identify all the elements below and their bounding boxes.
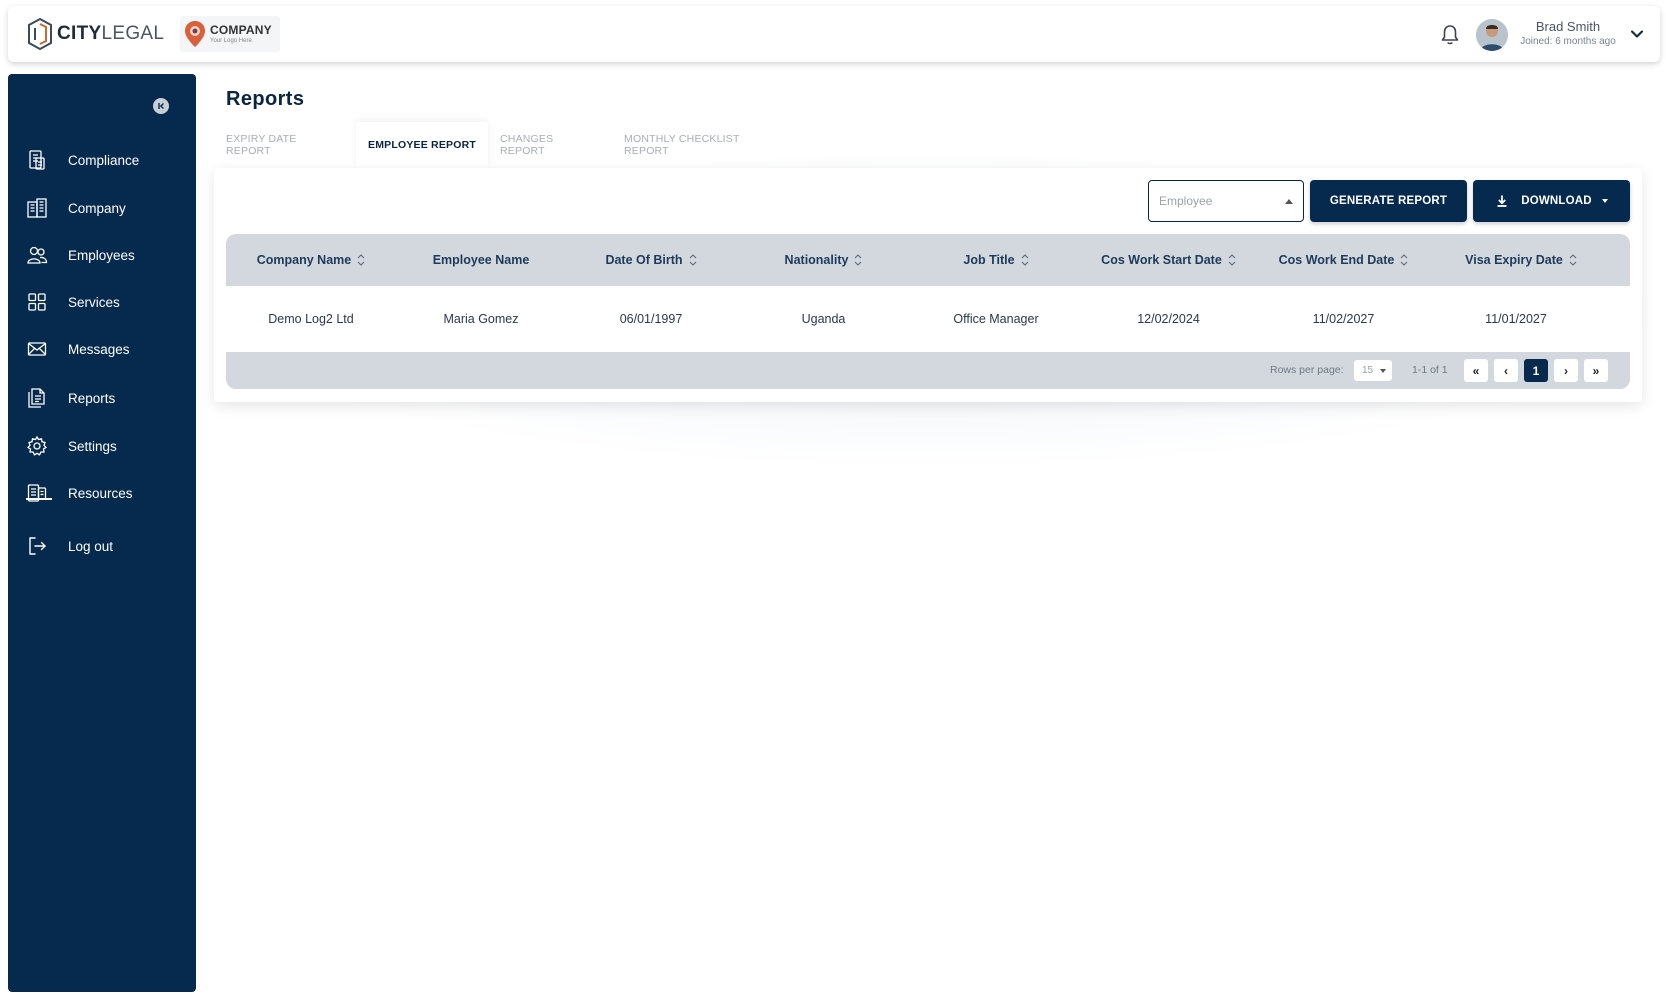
rows-per-page-select[interactable]: 15 bbox=[1354, 360, 1392, 381]
sidebar-item-messages[interactable]: Messages bbox=[26, 333, 186, 365]
column-header-company-name[interactable]: Company Name bbox=[226, 234, 396, 286]
sidebar-item-logout[interactable]: Log out bbox=[26, 530, 186, 562]
reports-icon bbox=[28, 388, 45, 408]
building-icon bbox=[27, 198, 47, 218]
company-title: COMPANY bbox=[210, 23, 272, 37]
tab-expiry-date-report[interactable]: EXPIRY DATE REPORT bbox=[214, 122, 356, 168]
sort-icon bbox=[357, 254, 365, 266]
caret-up-icon bbox=[1285, 199, 1293, 204]
column-header-cos-work-start-date[interactable]: Cos Work Start Date bbox=[1081, 234, 1256, 286]
user-name: Brad Smith bbox=[1535, 19, 1601, 34]
sidebar-item-label: Reports bbox=[68, 390, 116, 406]
sort-icon bbox=[1228, 254, 1236, 266]
top-bar: CITYLEGAL COMPANY Your Logo Here Brad Sm… bbox=[8, 6, 1660, 62]
location-pin-icon bbox=[185, 21, 205, 47]
citylegal-logo-icon bbox=[28, 17, 52, 51]
chevron-down-icon[interactable] bbox=[1628, 25, 1646, 43]
sidebar: Compliance Company Employees Services Me… bbox=[8, 74, 196, 992]
cell-company-name: Demo Log2 Ltd bbox=[268, 312, 354, 326]
column-header-employee-name[interactable]: Employee Name bbox=[396, 234, 566, 286]
download-button[interactable]: DOWNLOAD bbox=[1473, 180, 1630, 222]
sidebar-item-label: Services bbox=[68, 294, 120, 310]
column-header-nationality[interactable]: Nationality bbox=[736, 234, 911, 286]
company-logo: COMPANY Your Logo Here bbox=[180, 16, 280, 52]
company-subtitle: Your Logo Here bbox=[210, 38, 252, 44]
user-info[interactable]: Brad Smith Joined: 6 months ago bbox=[1512, 19, 1624, 47]
generate-report-button[interactable]: GENERATE REPORT bbox=[1310, 180, 1467, 222]
users-icon bbox=[27, 246, 48, 264]
sidebar-item-label: Company bbox=[68, 200, 126, 216]
sidebar-item-settings[interactable]: Settings bbox=[26, 430, 186, 462]
grid-icon bbox=[28, 293, 46, 311]
column-header-job-title[interactable]: Job Title bbox=[911, 234, 1081, 286]
resources-icon bbox=[27, 484, 47, 502]
collapse-sidebar-button[interactable] bbox=[153, 98, 169, 114]
pagination-range: 1-1 of 1 bbox=[1412, 364, 1448, 376]
sidebar-item-label: Employees bbox=[68, 247, 135, 263]
cell-employee-name: Maria Gomez bbox=[443, 312, 519, 326]
sidebar-item-label: Log out bbox=[68, 538, 114, 554]
sort-icon bbox=[1021, 254, 1028, 266]
brand-name: CITYLEGAL bbox=[57, 23, 165, 44]
cell-cos-work-end-date: 11/02/2027 bbox=[1312, 312, 1375, 326]
notification-bell-icon[interactable] bbox=[1439, 23, 1461, 47]
rows-per-page-label: Rows per page: bbox=[1270, 364, 1344, 376]
compliance-icon bbox=[29, 150, 45, 170]
page-1-button[interactable]: 1 bbox=[1524, 359, 1548, 382]
download-label: DOWNLOAD bbox=[1521, 195, 1592, 207]
report-tabs: EXPIRY DATE REPORT EMPLOYEE REPORT CHANG… bbox=[214, 122, 784, 168]
sidebar-item-reports[interactable]: Reports bbox=[26, 382, 186, 414]
sidebar-item-services[interactable]: Services bbox=[26, 286, 186, 318]
rows-per-page-value: 15 bbox=[1362, 365, 1374, 376]
sort-icon bbox=[855, 254, 862, 266]
brand-logo[interactable]: CITYLEGAL bbox=[26, 14, 164, 54]
sidebar-item-resources[interactable]: Resources bbox=[26, 477, 186, 509]
user-joined: Joined: 6 months ago bbox=[1520, 36, 1616, 47]
cell-date-of-birth: 06/01/1997 bbox=[619, 312, 683, 326]
cell-nationality: Uganda bbox=[801, 312, 846, 326]
page-title: Reports bbox=[226, 88, 305, 110]
sidebar-item-label: Messages bbox=[68, 341, 130, 357]
next-page-button[interactable]: › bbox=[1554, 359, 1578, 382]
column-header-visa-expiry-date[interactable]: Visa Expiry Date bbox=[1431, 234, 1611, 286]
table-header: Company Name Employee Name Date Of Birth… bbox=[226, 234, 1630, 286]
caret-down-icon bbox=[1601, 199, 1608, 203]
cell-job-title: Office Manager bbox=[953, 312, 1039, 326]
column-header-date-of-birth[interactable]: Date Of Birth bbox=[566, 234, 736, 286]
previous-page-button[interactable]: ‹ bbox=[1494, 359, 1518, 382]
user-avatar-icon bbox=[1476, 19, 1508, 51]
cell-visa-expiry-date: 11/01/2027 bbox=[1485, 312, 1547, 326]
tab-monthly-checklist-report[interactable]: MONTHLY CHECKLIST REPORT bbox=[612, 122, 784, 168]
sort-icon bbox=[1569, 254, 1577, 266]
tab-employee-report[interactable]: EMPLOYEE REPORT bbox=[356, 122, 488, 168]
caret-down-icon bbox=[1380, 369, 1386, 373]
collapse-left-icon bbox=[158, 102, 164, 110]
avatar[interactable] bbox=[1476, 19, 1508, 51]
envelope-icon bbox=[27, 342, 47, 356]
sidebar-item-company[interactable]: Company bbox=[26, 192, 186, 224]
sort-icon bbox=[689, 254, 696, 266]
first-page-button[interactable]: « bbox=[1464, 359, 1488, 382]
logout-icon bbox=[29, 537, 46, 555]
sidebar-item-employees[interactable]: Employees bbox=[26, 239, 186, 271]
report-type-select-value: Employee bbox=[1159, 194, 1213, 208]
sidebar-item-label: Settings bbox=[68, 438, 117, 454]
sort-icon bbox=[1400, 254, 1408, 266]
table-footer: Rows per page: 15 1-1 of 1 « ‹ 1 › » bbox=[226, 352, 1630, 389]
tab-changes-report[interactable]: CHANGES REPORT bbox=[488, 122, 612, 168]
cell-cos-work-start-date: 12/02/2024 bbox=[1137, 312, 1200, 326]
table-row[interactable]: Demo Log2 Ltd Maria Gomez 06/01/1997 Uga… bbox=[226, 286, 1630, 352]
sidebar-item-label: Resources bbox=[68, 485, 133, 501]
sidebar-item-compliance[interactable]: Compliance bbox=[26, 144, 186, 176]
last-page-button[interactable]: » bbox=[1584, 359, 1608, 382]
download-icon bbox=[1497, 195, 1507, 207]
column-header-cos-work-end-date[interactable]: Cos Work End Date bbox=[1256, 234, 1431, 286]
report-type-select[interactable]: Employee bbox=[1148, 180, 1304, 222]
sidebar-item-label: Compliance bbox=[68, 152, 140, 168]
generate-report-label: GENERATE REPORT bbox=[1329, 195, 1448, 207]
gear-icon bbox=[26, 435, 48, 456]
